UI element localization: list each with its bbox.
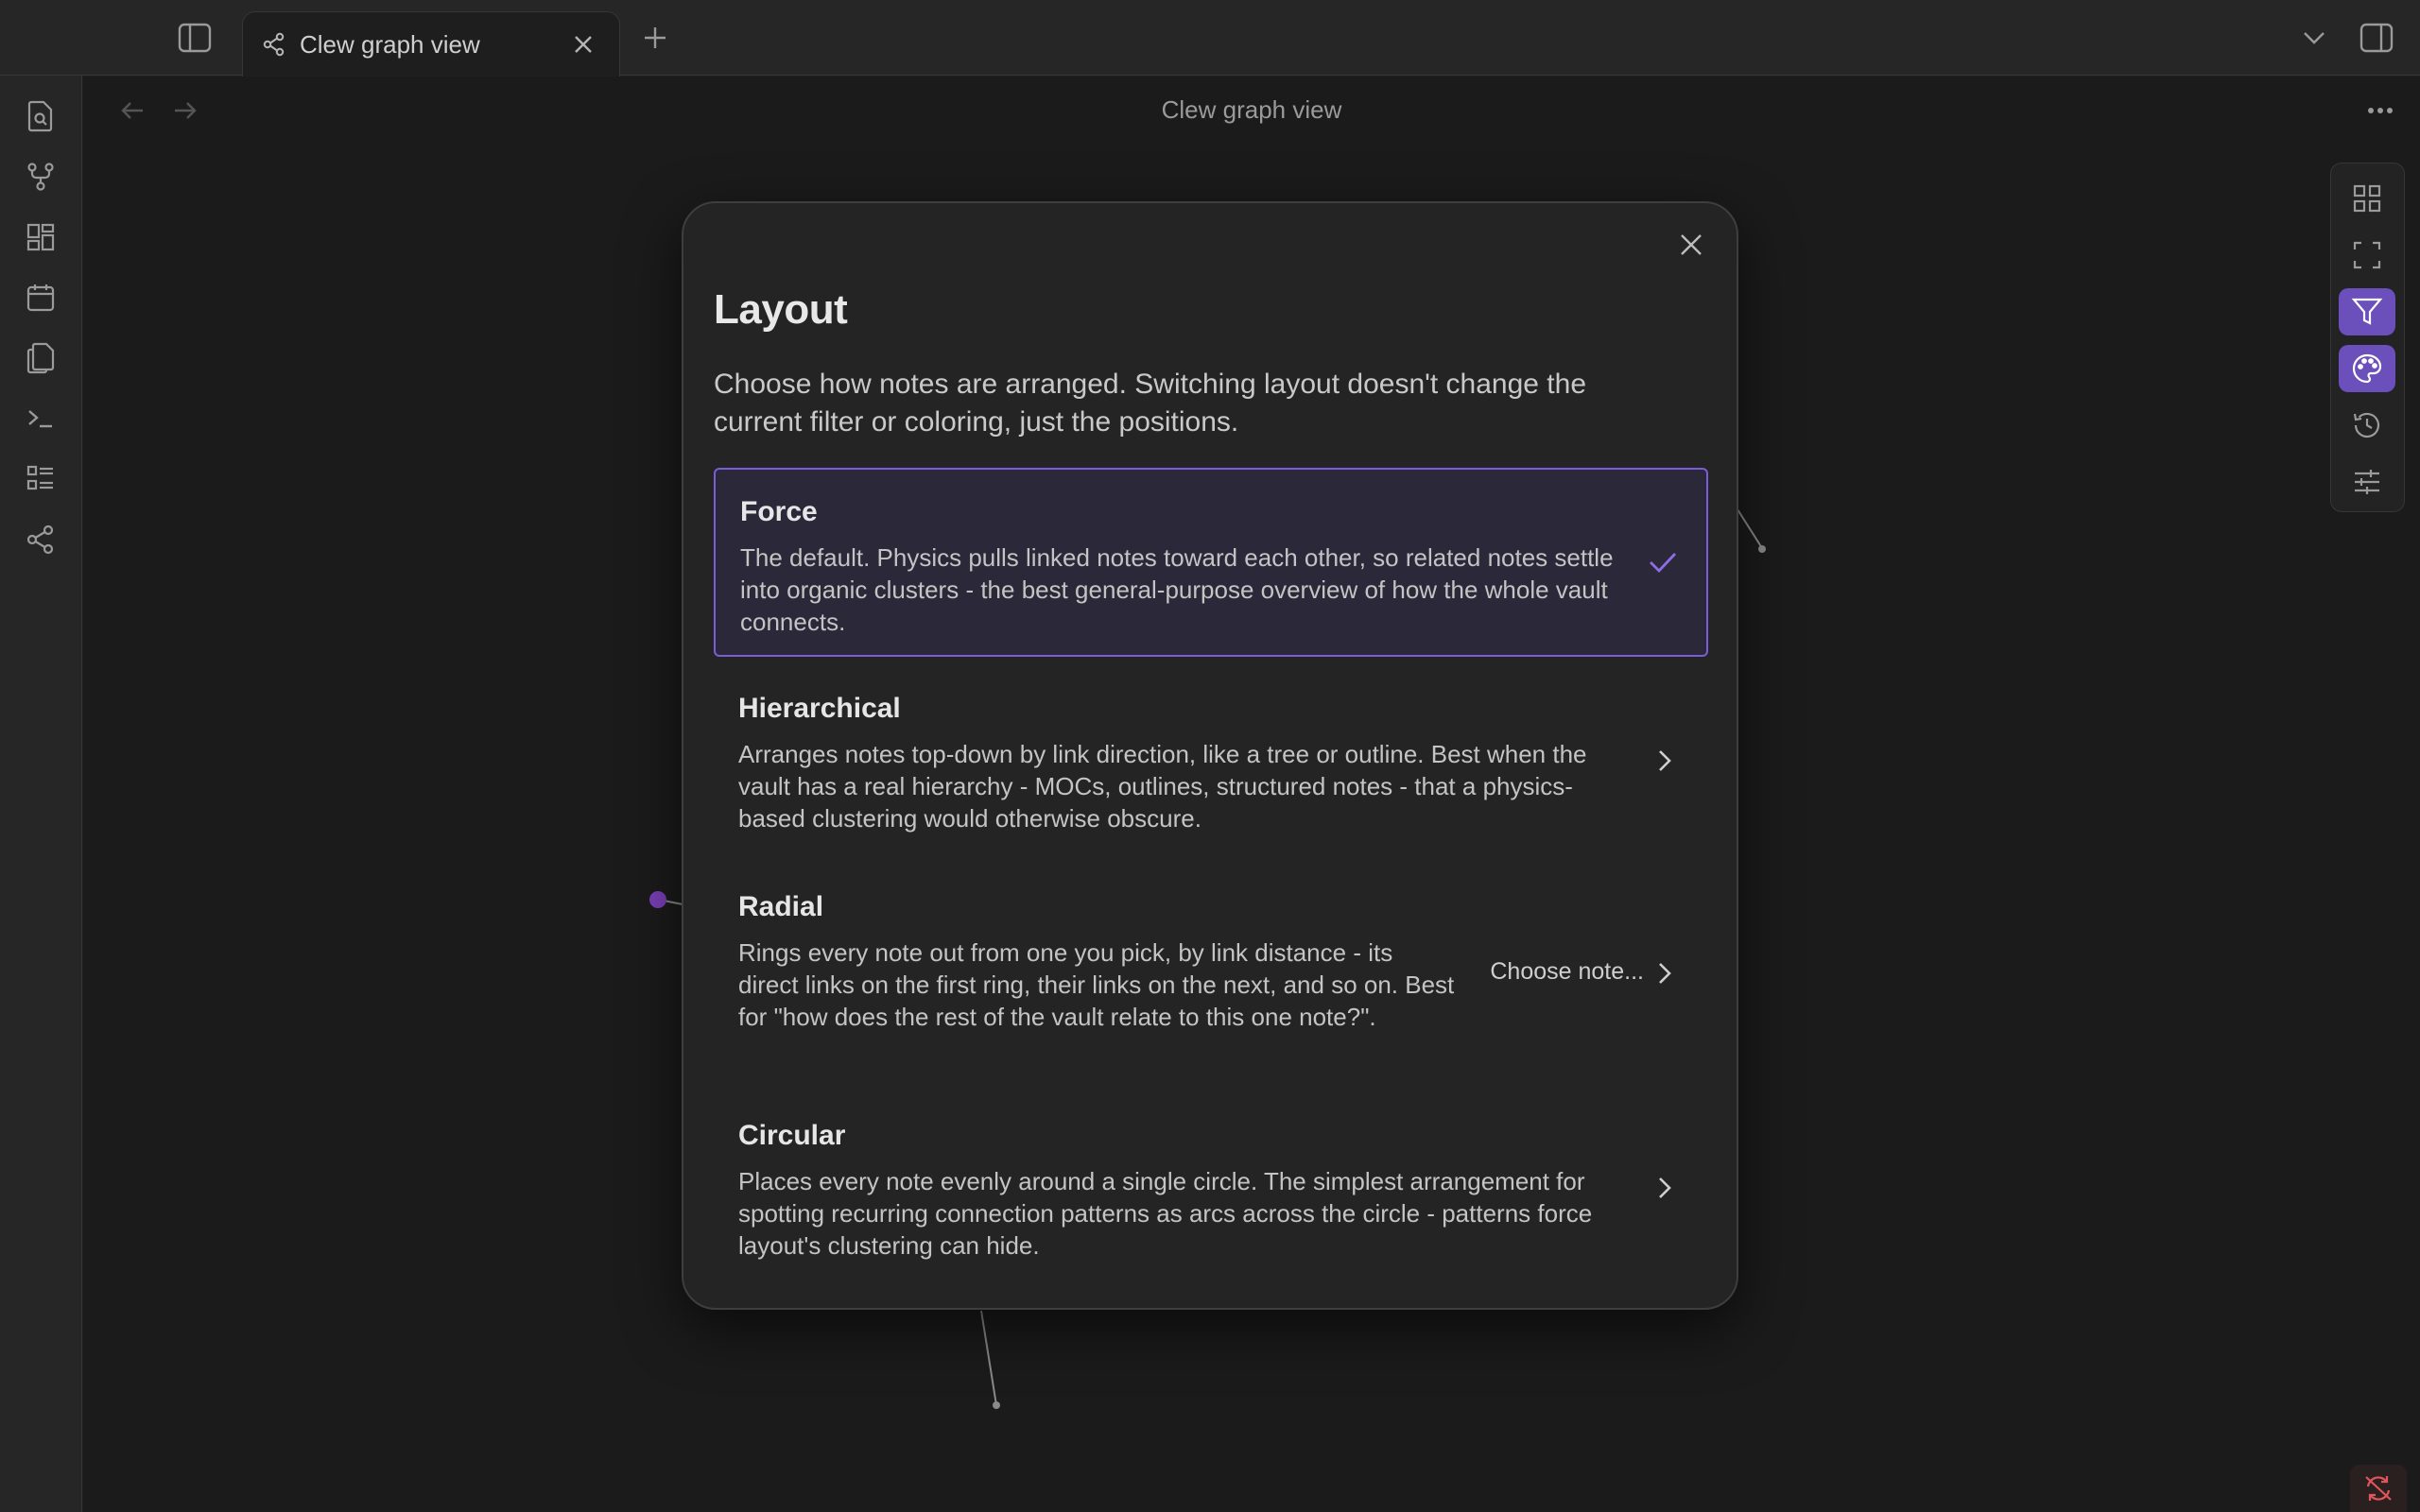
view-title: Clew graph view <box>1161 95 1342 124</box>
grid-icon <box>2353 184 2381 213</box>
modal-description: Choose how notes are arranged. Switching… <box>714 369 1586 438</box>
option-title: Radial <box>738 891 824 922</box>
option-description: Rings every note out from one you pick, … <box>738 938 1455 1031</box>
layout-modal: Layout Choose how notes are arranged. Sw… <box>682 201 1738 1310</box>
layout-option-hierarchical[interactable]: Hierarchical Arranges notes top-down by … <box>714 666 1708 855</box>
close-icon <box>1681 234 1702 255</box>
dashboard-icon <box>26 223 55 251</box>
history-button[interactable] <box>2339 402 2395 449</box>
choose-note-button[interactable]: Choose note... <box>1490 958 1644 986</box>
left-ribbon <box>0 76 82 1512</box>
option-description: The default. Physics pulls linked notes … <box>740 543 1614 636</box>
layout-option-radial[interactable]: Radial Rings every note out from one you… <box>714 865 1708 1082</box>
sidebar-right-icon <box>2360 23 2394 53</box>
app-window: Clew graph view Clew graph view Layout C… <box>0 0 2420 1512</box>
grid-button[interactable] <box>2339 175 2395 222</box>
tab-title: Clew graph view <box>300 29 480 59</box>
ribbon-search-files[interactable] <box>17 93 64 140</box>
filter-button[interactable] <box>2339 288 2395 335</box>
option-title: Force <box>740 496 818 527</box>
ribbon-dashboard[interactable] <box>17 214 64 261</box>
graph-node[interactable] <box>649 891 666 908</box>
layout-option-circular[interactable]: Circular Places every note evenly around… <box>714 1093 1708 1282</box>
ribbon-copy[interactable] <box>17 335 64 382</box>
sync-off-icon <box>2365 1476 2392 1501</box>
graph-controls-toolbar <box>2330 163 2405 512</box>
option-title: Hierarchical <box>738 693 901 724</box>
tab-bar: Clew graph view <box>0 0 2420 77</box>
modal-title: Layout <box>714 286 848 333</box>
selected-check <box>1644 543 1682 581</box>
ribbon-git[interactable] <box>17 153 64 200</box>
tab-list-dropdown-button[interactable] <box>2288 11 2341 64</box>
calendar-icon <box>26 284 55 312</box>
check-icon <box>1650 553 1677 574</box>
close-icon <box>575 36 592 53</box>
ribbon-terminal[interactable] <box>17 395 64 442</box>
copy-icon <box>26 342 55 374</box>
chevron-down-icon <box>2304 32 2325 44</box>
graph-node[interactable] <box>1758 545 1766 553</box>
plus-icon <box>645 27 666 48</box>
chevron-right-icon <box>1659 963 1671 984</box>
new-tab-button[interactable] <box>629 11 682 64</box>
terminal-icon <box>28 410 52 428</box>
option-chevron <box>1646 1169 1684 1207</box>
ribbon-graph[interactable] <box>17 516 64 563</box>
graph-share-icon <box>26 524 54 555</box>
fullscreen-icon <box>2353 241 2381 269</box>
ribbon-list[interactable] <box>17 455 64 503</box>
option-description: Places every note evenly around a single… <box>738 1167 1593 1260</box>
palette-button[interactable] <box>2339 345 2395 392</box>
toggle-sidebar-button[interactable] <box>168 11 221 64</box>
palette-icon <box>2352 353 2382 384</box>
tab-graph-view[interactable]: Clew graph view <box>242 11 620 77</box>
option-chevron <box>1646 742 1684 780</box>
fullscreen-button[interactable] <box>2339 232 2395 279</box>
file-search-icon <box>27 100 53 132</box>
more-horizontal-icon <box>2368 108 2393 113</box>
settings-sliders-button[interactable] <box>2339 458 2395 506</box>
more-options-button[interactable] <box>2360 90 2401 131</box>
chevron-right-icon <box>1659 1177 1671 1198</box>
graph-edge <box>980 1310 997 1406</box>
sliders-icon <box>2355 470 2379 494</box>
graph-edge <box>1737 508 1763 549</box>
sync-status-button[interactable] <box>2350 1465 2407 1512</box>
git-branch-icon <box>27 163 54 191</box>
option-title: Circular <box>738 1120 846 1151</box>
graph-share-icon <box>263 32 285 57</box>
list-icon <box>26 465 53 490</box>
ribbon-calendar[interactable] <box>17 274 64 321</box>
layout-option-force[interactable]: Force The default. Physics pulls linked … <box>714 468 1708 657</box>
chevron-right-icon <box>1659 750 1671 771</box>
history-icon <box>2353 412 2380 438</box>
sidebar-left-icon <box>178 23 212 53</box>
modal-close-button[interactable] <box>1667 220 1716 269</box>
toggle-right-sidebar-button[interactable] <box>2350 11 2403 64</box>
option-chevron <box>1646 954 1684 992</box>
filter-icon <box>2351 298 2383 325</box>
tab-close-button[interactable] <box>566 27 600 61</box>
option-description: Arranges notes top-down by link directio… <box>738 740 1587 833</box>
view-header: Clew graph view <box>83 77 2420 145</box>
graph-node[interactable] <box>993 1401 1000 1409</box>
